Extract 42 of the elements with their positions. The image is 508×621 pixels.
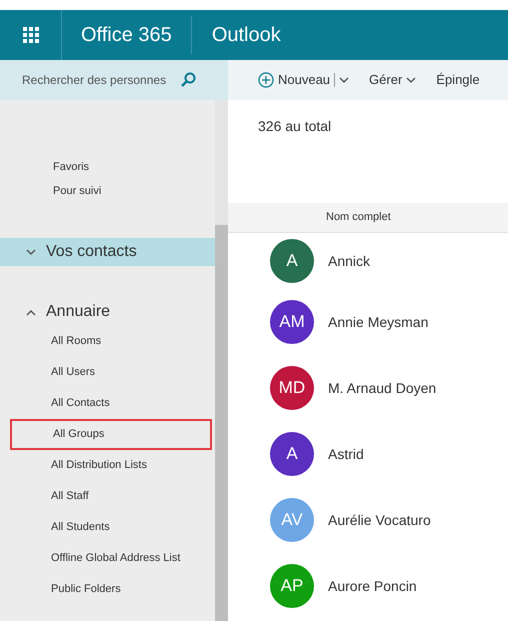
contact-name[interactable]: Annie Meysman xyxy=(328,312,428,332)
contact-name[interactable]: Annick xyxy=(328,250,370,272)
total-count: 326 au total xyxy=(258,117,332,136)
avatar: A xyxy=(270,239,314,283)
folder-item[interactable]: Favoris xyxy=(0,155,215,179)
directory-item[interactable]: All Users xyxy=(0,357,215,388)
directory-item[interactable]: All Staff xyxy=(0,481,215,512)
avatar: A xyxy=(270,432,314,476)
directory-item[interactable]: Offline Global Address List xyxy=(0,543,215,574)
chevron-down-icon xyxy=(26,248,36,256)
scrollbar-thumb[interactable] xyxy=(215,225,228,621)
contact-name[interactable]: Aurélie Vocaturo xyxy=(328,510,431,530)
directory-item[interactable]: All Students xyxy=(0,512,215,543)
app-title: Outlook xyxy=(210,23,282,48)
divider xyxy=(334,73,336,87)
search-box[interactable]: Rechercher des personnes xyxy=(0,60,228,100)
toolbar-button[interactable]: Nouveau xyxy=(258,70,350,90)
avatar: AM xyxy=(270,300,314,344)
section-header[interactable]: Annuaire xyxy=(0,298,215,326)
plus-circle-icon xyxy=(258,72,274,88)
folder-item[interactable]: Pour suivi xyxy=(0,179,215,203)
directory-item[interactable]: All Groups xyxy=(10,419,212,450)
section-header[interactable]: Vos contacts xyxy=(0,238,215,266)
directory-item[interactable]: Public Folders xyxy=(0,574,215,605)
directory-item[interactable]: All Distribution Lists xyxy=(0,450,215,481)
chevron-down-icon xyxy=(339,76,350,84)
directory-item[interactable]: All Contacts xyxy=(0,388,215,419)
search-icon xyxy=(180,72,196,88)
avatar: AP xyxy=(270,564,314,608)
toolbar-button[interactable]: Épingle xyxy=(436,70,480,90)
chevron-down-icon xyxy=(406,76,416,84)
column-label: Nom complet xyxy=(326,210,391,226)
contact-name[interactable]: Aurore Poncin xyxy=(328,576,417,596)
search-field[interactable]: Rechercher des personnes xyxy=(22,71,172,89)
directory-item[interactable]: All Rooms xyxy=(0,326,215,357)
chevron-up-icon xyxy=(26,308,36,316)
contact-name[interactable]: M. Arnaud Doyen xyxy=(328,378,436,398)
avatar: AV xyxy=(270,498,314,542)
suite-title: Office 365 xyxy=(62,16,192,54)
contact-name[interactable]: Astrid xyxy=(328,444,364,464)
avatar: MD xyxy=(270,366,314,410)
toolbar-button[interactable]: Gérer xyxy=(369,70,416,90)
